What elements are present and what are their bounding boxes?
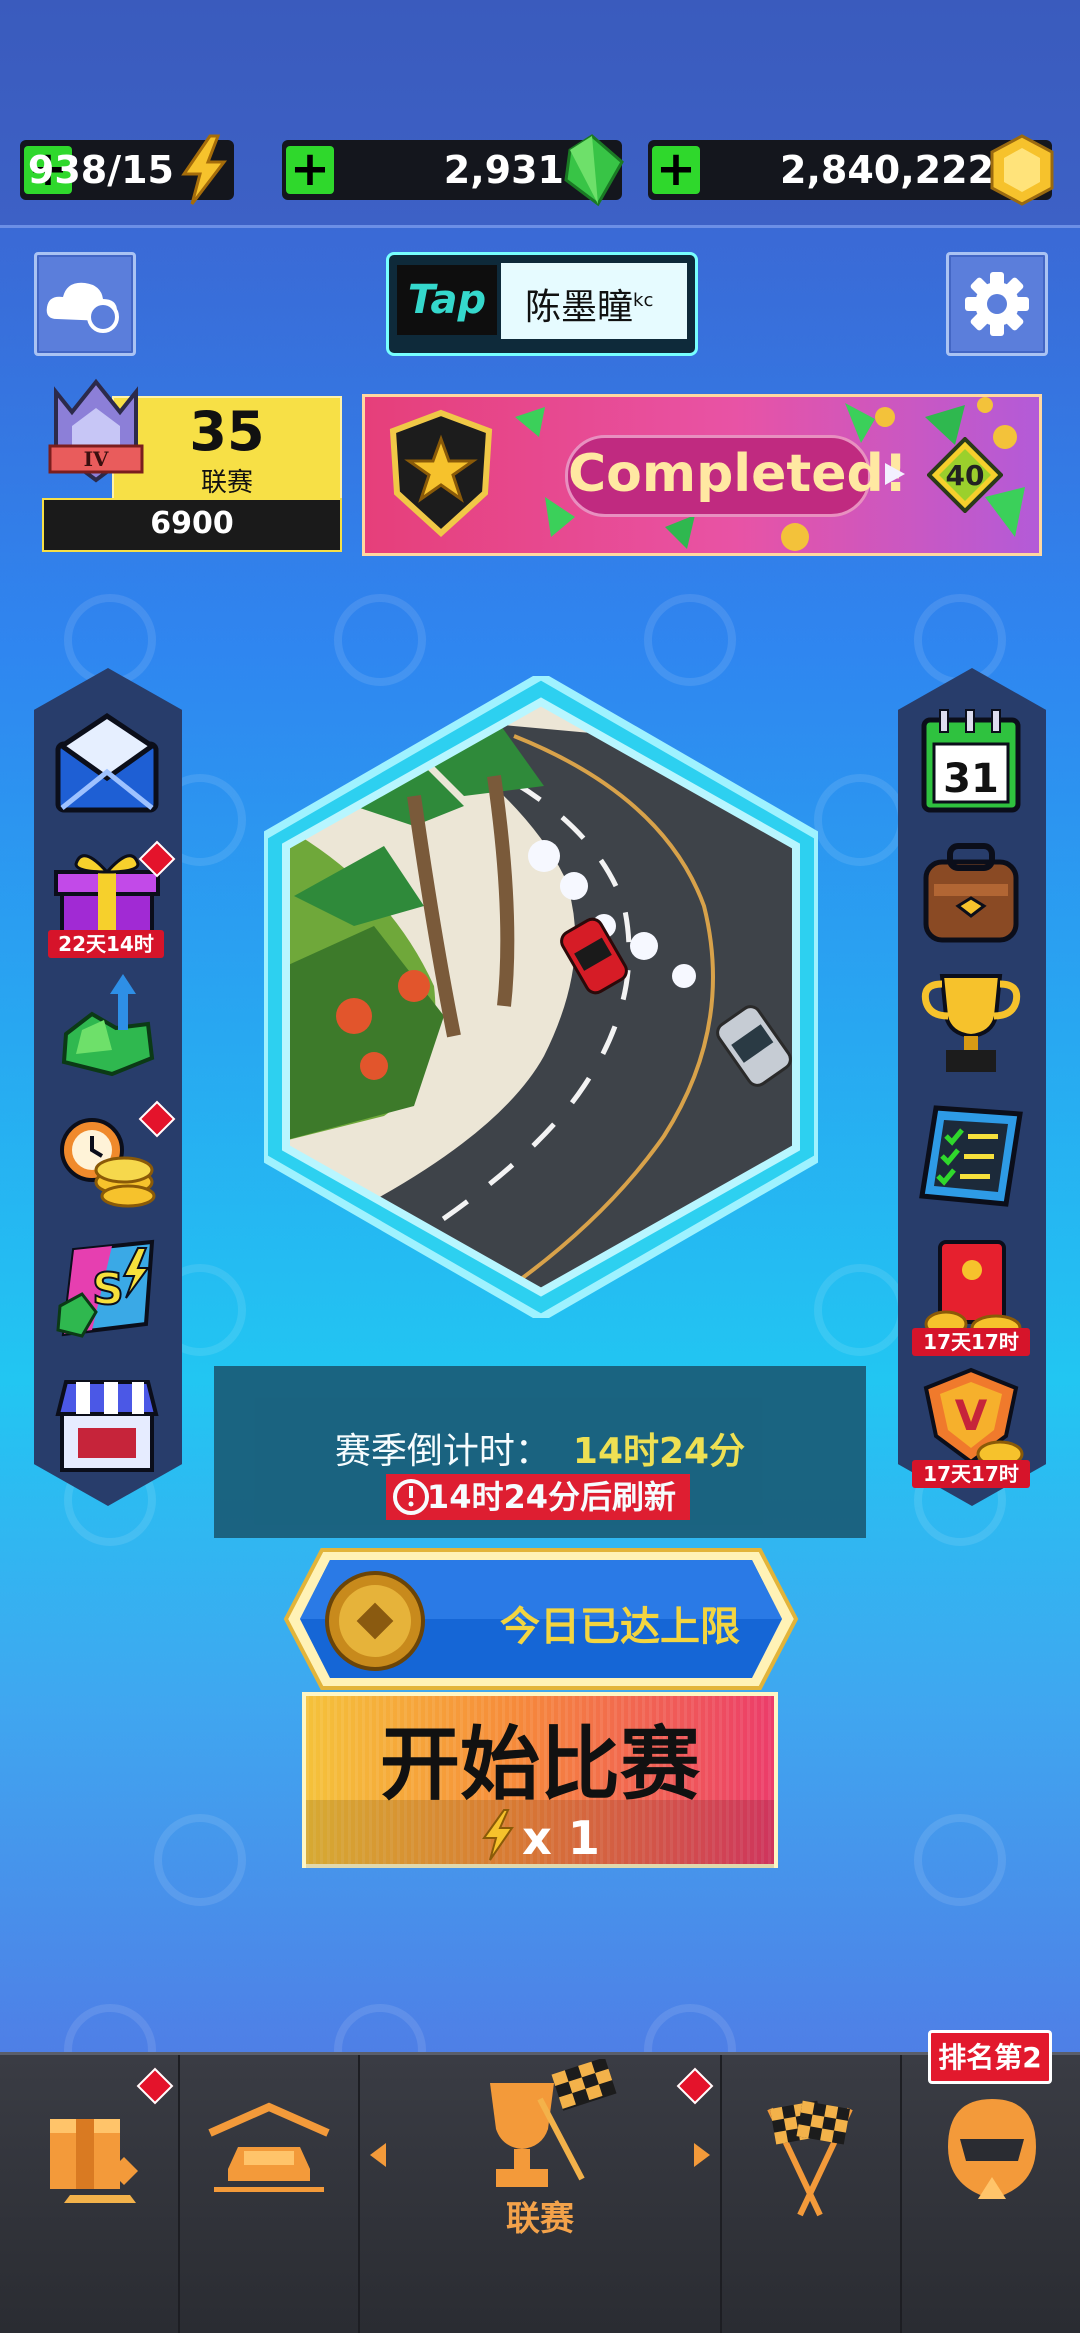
- backpack-icon[interactable]: [916, 836, 1026, 946]
- play-arrow-icon: [885, 463, 905, 485]
- crate-icon: [50, 2119, 138, 2203]
- refresh-timer-text: 14时24分后刷新: [426, 1478, 676, 1516]
- vip-timer: 17天17时: [912, 1460, 1030, 1488]
- season-countdown: 赛季倒计时： 14时24分 14时24分后刷新: [214, 1366, 866, 1538]
- checkered-flags-icon: [767, 2100, 853, 2217]
- league-score-bar: 6900: [42, 498, 342, 552]
- svg-text:S: S: [92, 1264, 124, 1315]
- chevron-right-icon[interactable]: [690, 2139, 714, 2171]
- trophy-flag-icon: [490, 2059, 617, 2187]
- start-race-cost-value: x 1: [522, 1811, 600, 1865]
- gem-upgrade-icon[interactable]: [52, 970, 162, 1080]
- cloud-sync-icon: [46, 282, 119, 333]
- calendar-icon[interactable]: 31: [916, 706, 1026, 816]
- alarm-clock-icon: [393, 1479, 429, 1515]
- gold-coin-icon: [990, 134, 1054, 206]
- gems-counter: + 2,931: [282, 134, 624, 207]
- track-preview[interactable]: [264, 676, 818, 1318]
- red-envelope-timer: 17天17时: [912, 1328, 1030, 1356]
- season-countdown-time: 14时24分: [572, 1431, 746, 1472]
- settings-button[interactable]: [946, 252, 1048, 356]
- nav-race[interactable]: [722, 2055, 900, 2333]
- chevron-left-icon[interactable]: [366, 2139, 390, 2171]
- green-gem-icon: [564, 134, 624, 207]
- daily-limit-label: 今日已达上限: [500, 1604, 740, 1650]
- garage-car-icon: [208, 2102, 330, 2192]
- nav-league[interactable]: 联赛: [360, 2055, 720, 2333]
- nav-rank[interactable]: [902, 2055, 1080, 2333]
- energy-counter: + 938/15: [20, 134, 234, 205]
- completed-text: Completed!: [568, 444, 908, 504]
- coins-counter: + 2,840,222: [648, 134, 1054, 206]
- season-countdown-label: 赛季倒计时：: [334, 1431, 551, 1472]
- event-banner[interactable]: Completed! 40: [362, 394, 1042, 556]
- checklist-icon[interactable]: [916, 1100, 1026, 1210]
- player-name: 陈墨瞳kc: [501, 263, 687, 339]
- nav-garage[interactable]: [180, 2055, 358, 2333]
- gems-value: 2,931: [443, 148, 564, 192]
- cloud-sync-button[interactable]: [34, 252, 136, 356]
- refresh-timer: 14时24分后刷新: [386, 1474, 690, 1520]
- calendar-day: 31: [943, 756, 999, 802]
- helmet-icon: [948, 2099, 1036, 2199]
- level-number: 40: [945, 459, 985, 492]
- vip-icon[interactable]: V: [916, 1364, 1026, 1474]
- player-name-suffix: kc: [633, 290, 654, 311]
- league-rank-roman: IV: [84, 447, 109, 471]
- energy-value: 938/15: [27, 148, 174, 192]
- league-notification-badge: [676, 2067, 714, 2105]
- completed-pill: Completed!: [565, 435, 908, 517]
- shop-icon[interactable]: [52, 1370, 162, 1480]
- season-pass-icon[interactable]: S: [52, 1236, 162, 1346]
- lightning-icon: [181, 134, 228, 205]
- season-countdown-line: 赛季倒计时： 14时24分: [214, 1422, 866, 1474]
- star-shield-icon: [389, 409, 493, 538]
- start-race-cost: x 1: [306, 1808, 774, 1865]
- daily-limit-button[interactable]: 今日已达上限: [282, 1546, 800, 1692]
- league-score: 6900: [150, 506, 234, 541]
- trophy-icon[interactable]: [916, 966, 1026, 1076]
- rank-badge: 排名第2: [928, 2030, 1052, 2084]
- league-card[interactable]: 35 联赛 6900 IV: [40, 378, 342, 552]
- mail-icon[interactable]: [52, 712, 162, 822]
- league-rank-emblem-icon: IV: [48, 378, 144, 483]
- bottom-navigation: 联赛: [0, 2052, 1080, 2333]
- level-badge: 40: [926, 436, 1004, 514]
- gold-token-icon: [325, 1571, 425, 1671]
- add-coins-button[interactable]: +: [652, 145, 700, 194]
- lightning-icon: [482, 1809, 515, 1861]
- nav-league-label: 联赛: [506, 2199, 574, 2239]
- profile-card[interactable]: Tap 陈墨瞳kc: [386, 252, 698, 356]
- svg-text:V: V: [955, 1391, 988, 1440]
- start-race-label: 开始比赛: [380, 1718, 700, 1811]
- tap-logo: Tap: [397, 265, 497, 335]
- gear-icon: [965, 272, 1029, 336]
- coins-value: 2,840,222: [780, 148, 994, 192]
- start-race-button[interactable]: 开始比赛 x 1: [302, 1692, 778, 1868]
- add-gems-button[interactable]: +: [286, 145, 334, 194]
- player-name-text: 陈墨瞳: [525, 287, 634, 328]
- top-bar: + 938/15 + 2,931 + 2,840,222: [0, 0, 1080, 228]
- gift-timer: 22天14时: [48, 930, 164, 958]
- nav-store[interactable]: [0, 2055, 178, 2333]
